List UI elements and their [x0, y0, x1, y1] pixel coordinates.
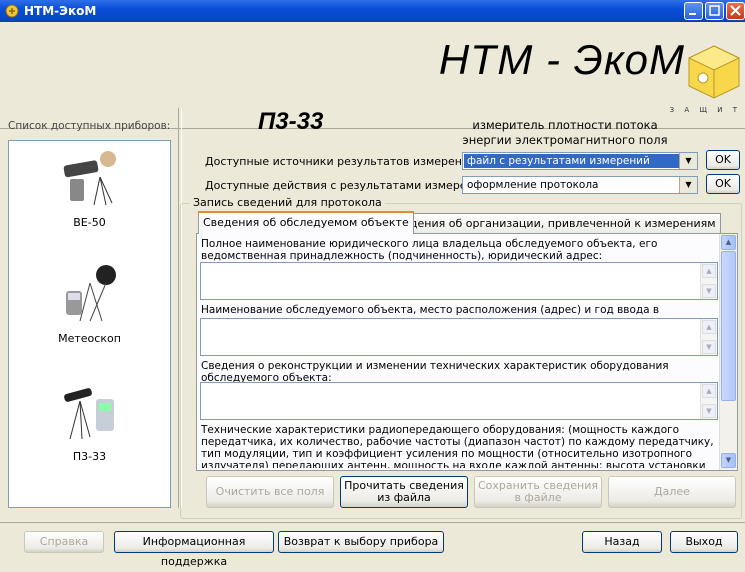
scroll-down-icon[interactable]: ▼ [702, 340, 716, 354]
chevron-down-icon[interactable]: ▼ [679, 153, 697, 169]
tab-object-info[interactable]: Сведения об обследуемом объекте [198, 211, 414, 234]
field-label-tech-specs: Технические характеристики радиопередающ… [201, 424, 714, 468]
read-from-file-button[interactable]: Прочитать сведения из файла [340, 476, 468, 508]
be50-device-icon [59, 147, 120, 207]
device-item-meteoscope[interactable]: Метеоскоп [9, 263, 170, 345]
maximize-icon [709, 5, 720, 16]
close-button[interactable] [726, 2, 745, 20]
device-item-be50[interactable]: ВЕ-50 [9, 147, 170, 229]
back-to-device-button[interactable]: Возврат к выбору прибора [278, 531, 444, 553]
panel-scrollbar[interactable]: ▲ ▼ [719, 234, 737, 470]
tab-panel-object-info: Полное наименование юридического лица вл… [196, 233, 738, 471]
button-line: из файла [377, 491, 431, 504]
textarea-scrollbar[interactable]: ▲ ▼ [700, 383, 717, 419]
window-title: НТМ-ЭкоМ [24, 4, 97, 18]
object-name-textarea[interactable]: ▲ ▼ [200, 318, 718, 356]
p3-33-device-icon [59, 381, 120, 441]
scroll-up-icon[interactable]: ▲ [721, 235, 736, 250]
device-description: измеритель плотности потока энергии элек… [462, 118, 668, 147]
owner-textarea[interactable]: ▲ ▼ [200, 262, 718, 300]
save-to-file-button[interactable]: Сохранить сведения в файле [474, 476, 602, 508]
support-button[interactable]: Информационная поддержка [114, 531, 274, 568]
textarea-scrollbar[interactable]: ▲ ▼ [700, 263, 717, 299]
actions-value: оформление протокола [467, 179, 599, 191]
reconstruction-textarea[interactable]: ▲ ▼ [200, 382, 718, 420]
scroll-up-icon[interactable]: ▲ [702, 264, 716, 278]
meteoscope-device-icon [59, 263, 120, 323]
tab-organization-info[interactable]: Сведения об организации, привлеченной к … [384, 213, 721, 233]
back-button[interactable]: Назад [582, 531, 662, 553]
scroll-down-icon[interactable]: ▼ [702, 284, 716, 298]
field-label-reconstruction: Сведения о реконструкции и изменении тех… [201, 360, 669, 384]
exit-button[interactable]: Выход [670, 531, 738, 553]
logo-caption: З А Щ И Т [669, 106, 741, 114]
minimize-button[interactable] [684, 2, 703, 20]
logo-box-icon [687, 45, 741, 99]
sources-ok-button[interactable]: OK [706, 150, 740, 170]
clear-all-button[interactable]: Очистить все поля [206, 476, 334, 508]
device-label: Метеоскоп [58, 332, 121, 345]
scroll-down-icon[interactable]: ▼ [702, 404, 716, 418]
textarea-scrollbar[interactable]: ▲ ▼ [700, 319, 717, 355]
scroll-up-icon[interactable]: ▲ [702, 384, 716, 398]
device-label: П3-33 [72, 450, 107, 463]
app-icon [5, 4, 19, 18]
button-line: в файле [514, 491, 562, 504]
actions-select[interactable]: оформление протокола ▼ [462, 176, 698, 194]
help-button[interactable]: Справка [24, 531, 104, 553]
scroll-up-icon[interactable]: ▲ [702, 320, 716, 334]
sources-value: файл с результатами измерений [464, 154, 679, 168]
footer-separator [0, 522, 745, 523]
title-bar[interactable]: НТМ-ЭкоМ [0, 0, 745, 22]
minimize-icon [689, 13, 696, 15]
sources-label: Доступные источники результатов измерени… [205, 155, 480, 168]
actions-label: Доступные действия с результатами измере… [205, 179, 492, 192]
device-list[interactable]: ВЕ-50 Метеоскоп П3-33 [8, 140, 171, 508]
device-label: ВЕ-50 [73, 216, 106, 229]
brand-title: НТМ - ЭкоМ [438, 36, 685, 83]
maximize-button[interactable] [705, 2, 724, 20]
scroll-thumb[interactable] [721, 251, 736, 401]
scroll-down-icon[interactable]: ▼ [721, 453, 736, 468]
field-label-owner: Полное наименование юридического лица вл… [201, 238, 658, 262]
close-icon [730, 5, 741, 16]
app-header: НТМ - ЭкоМ З А Щ И Т [0, 22, 745, 129]
actions-ok-button[interactable]: OK [706, 174, 740, 194]
device-title: П3-33 [258, 108, 324, 135]
protocol-group-title: Запись сведений для протокола [190, 196, 385, 209]
sources-select[interactable]: файл с результатами измерений ▼ [462, 152, 698, 170]
device-list-label: Список доступных приборов: [8, 120, 171, 132]
device-item-p3-33[interactable]: П3-33 [9, 381, 170, 463]
next-button[interactable]: Далее [608, 476, 736, 508]
chevron-down-icon[interactable]: ▼ [679, 177, 697, 193]
